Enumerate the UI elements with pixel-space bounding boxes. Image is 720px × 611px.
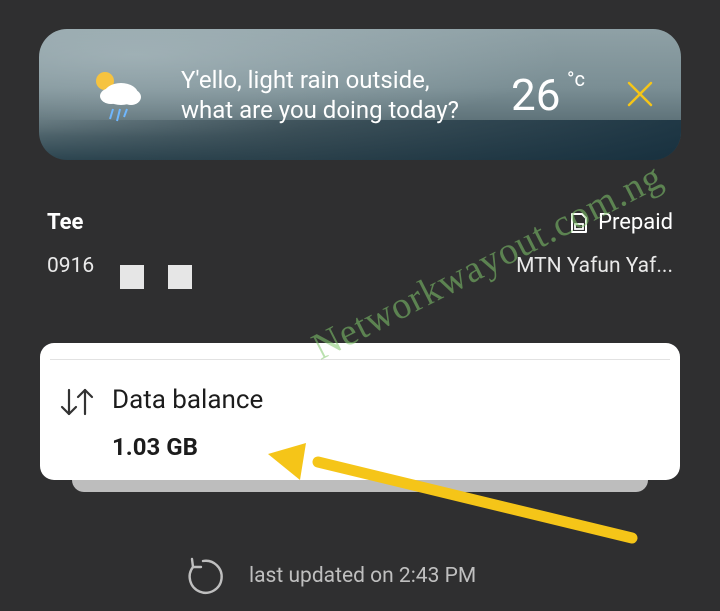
weather-temperature: 26 bbox=[511, 69, 561, 121]
weather-unit: °c bbox=[567, 67, 585, 91]
weather-greeting-line2: what are you doing today? bbox=[181, 96, 459, 124]
close-icon[interactable] bbox=[625, 79, 655, 109]
data-balance-label: Data balance bbox=[112, 385, 264, 415]
data-balance-value: 1.03 GB bbox=[112, 433, 198, 461]
redacted-block bbox=[168, 265, 192, 289]
weather-greeting-line1: Y'ello, light rain outside, bbox=[181, 66, 430, 94]
plan-type: Prepaid bbox=[568, 210, 673, 235]
refresh-icon[interactable] bbox=[183, 555, 227, 599]
redacted-block bbox=[120, 265, 144, 289]
account-number: 0916 bbox=[47, 254, 95, 278]
app-screen: Y'ello, light rain outside, what are you… bbox=[0, 0, 720, 611]
network-label: MTN Yafun Yaf... bbox=[516, 254, 673, 278]
account-name: Tee bbox=[47, 210, 84, 235]
data-balance-card[interactable]: Data balance 1.03 GB bbox=[40, 343, 680, 480]
card-divider bbox=[50, 359, 670, 360]
sim-card-icon bbox=[571, 212, 588, 233]
weather-banner: Y'ello, light rain outside, what are you… bbox=[39, 29, 681, 160]
plan-label: Prepaid bbox=[598, 210, 673, 235]
last-updated-text: last updated on 2:43 PM bbox=[249, 564, 477, 588]
weather-greeting: Y'ello, light rain outside, what are you… bbox=[181, 65, 459, 125]
sun-cloud-rain-icon bbox=[96, 72, 141, 122]
up-down-arrows-icon bbox=[60, 388, 94, 416]
